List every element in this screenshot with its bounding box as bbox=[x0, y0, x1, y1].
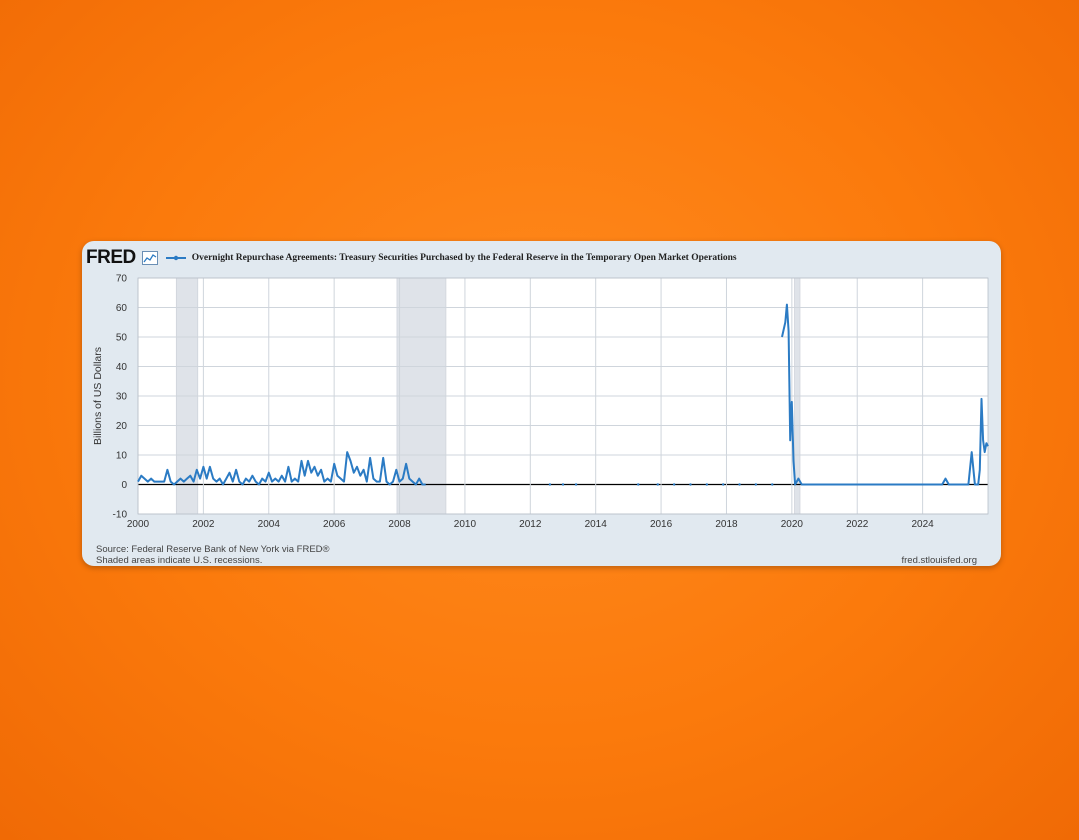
data-point bbox=[738, 483, 741, 486]
y-tick-label: -10 bbox=[113, 510, 128, 521]
source-text: Source: Federal Reserve Bank of New York… bbox=[96, 544, 330, 555]
x-tick-label: 2022 bbox=[846, 519, 869, 530]
y-tick-label: 0 bbox=[121, 480, 127, 491]
x-tick-label: 2008 bbox=[388, 519, 411, 530]
x-tick-label: 2024 bbox=[911, 519, 934, 530]
y-tick-label: 50 bbox=[116, 333, 128, 344]
data-point bbox=[705, 483, 709, 486]
x-tick-label: 2014 bbox=[585, 519, 608, 530]
x-tick-label: 2020 bbox=[781, 519, 804, 530]
data-point bbox=[721, 483, 725, 486]
y-tick-label: 60 bbox=[116, 303, 128, 314]
x-tick-label: 2010 bbox=[454, 519, 477, 530]
x-tick-label: 2000 bbox=[127, 519, 150, 530]
y-tick-label: 70 bbox=[116, 274, 128, 285]
data-point bbox=[636, 483, 640, 486]
data-point bbox=[754, 483, 758, 486]
x-tick-label: 2016 bbox=[650, 519, 673, 530]
footer-left: Source: Federal Reserve Bank of New York… bbox=[96, 544, 330, 566]
data-point bbox=[574, 483, 578, 486]
data-point bbox=[548, 483, 552, 486]
chart-card: FRED Overnight Repurchase Agreements: Tr… bbox=[82, 241, 1001, 566]
data-point bbox=[656, 483, 660, 486]
line-chart: -10 0 10 20 30 40 50 60 70 2000 2002 2004 2006 2008 20… bbox=[92, 274, 989, 530]
data-point bbox=[672, 483, 676, 486]
x-tick-label: 2004 bbox=[258, 519, 281, 530]
fred-url[interactable]: fred.stlouisfed.org bbox=[901, 555, 977, 566]
recession-note: Shaded areas indicate U.S. recessions. bbox=[96, 555, 263, 566]
x-tick-label: 2018 bbox=[715, 519, 738, 530]
data-point bbox=[561, 483, 565, 486]
data-point bbox=[689, 483, 692, 486]
y-tick-label: 20 bbox=[116, 421, 128, 432]
x-tick-label: 2012 bbox=[519, 519, 542, 530]
x-tick-label: 2006 bbox=[323, 519, 346, 530]
y-tick-label: 40 bbox=[116, 362, 128, 373]
x-tick-label: 2002 bbox=[192, 519, 215, 530]
y-tick-label: 10 bbox=[116, 451, 128, 462]
data-point bbox=[771, 483, 774, 486]
y-axis-label: Billions of US Dollars bbox=[92, 347, 104, 445]
y-tick-label: 30 bbox=[116, 392, 128, 403]
